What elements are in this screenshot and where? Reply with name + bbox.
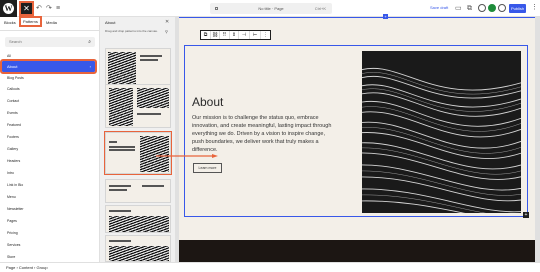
editor-top-bar: W ✕ ↶ ↷ ≡ No title · Page Ctrl+K Save dr…	[0, 0, 540, 17]
pattern-text-line	[142, 185, 164, 187]
save-draft-button[interactable]: Save draft	[430, 5, 448, 10]
patterns-panel: About ✕ Drag and drop patterns into the …	[100, 17, 176, 262]
category-about-label: About	[7, 64, 18, 69]
category-newsletter[interactable]: Newsletter	[7, 207, 24, 212]
command-shortcut: Ctrl+K	[314, 6, 326, 11]
tab-blocks[interactable]: Blocks	[4, 20, 16, 25]
justify-center-icon[interactable]: ⊢	[250, 31, 261, 39]
pattern-text-line	[109, 141, 117, 143]
category-pricing[interactable]: Pricing	[7, 231, 18, 236]
move-icon[interactable]: ⇕	[230, 31, 239, 39]
pattern-thumbnail[interactable]	[105, 205, 171, 233]
document-title: No title · Page	[258, 6, 284, 11]
category-blog-posts[interactable]: Blog Posts	[7, 76, 24, 81]
add-block-icon[interactable]: +	[383, 14, 388, 19]
category-gallery[interactable]: Gallery	[7, 147, 18, 152]
more-options-icon[interactable]: ⋮	[261, 31, 270, 39]
pattern-thumbnail[interactable]	[105, 48, 171, 88]
undo-icon[interactable]: ↶	[36, 4, 42, 13]
chevron-right-icon: ›	[89, 64, 91, 69]
pattern-image	[137, 88, 169, 108]
pattern-text-line	[109, 149, 135, 151]
block-breadcrumb[interactable]: Page › Content › Group	[0, 262, 540, 272]
close-inserter-button[interactable]: ✕	[19, 1, 34, 16]
search-placeholder: Search	[9, 39, 22, 44]
category-all[interactable]: All	[7, 54, 11, 59]
pattern-thumbnail-about[interactable]	[104, 131, 172, 175]
drag-handle-icon[interactable]: ⠿	[220, 31, 230, 39]
about-description[interactable]: Our mission is to challenge the status q…	[192, 114, 332, 154]
jetpack-icon[interactable]	[478, 4, 486, 12]
add-block-icon[interactable]: +	[523, 212, 529, 218]
pattern-text-line	[109, 146, 135, 148]
pattern-text-line	[137, 113, 161, 115]
pattern-text-line	[109, 189, 127, 191]
category-about[interactable]: About ›	[0, 59, 97, 74]
patterns-panel-title: About	[105, 20, 116, 25]
pattern-text-line	[140, 55, 162, 57]
category-footers[interactable]: Footers	[7, 135, 19, 140]
preview-icon[interactable]: ⧉	[467, 4, 472, 13]
category-menu[interactable]: Menu	[7, 195, 16, 200]
abstract-wave-image	[362, 51, 521, 213]
insertion-indicator	[179, 17, 535, 18]
dark-section-block[interactable]	[179, 240, 535, 262]
close-icon[interactable]: ✕	[165, 19, 169, 25]
block-inserter-panel: Blocks Patterns Media Search ⌕ All About…	[0, 16, 100, 271]
settings-icon[interactable]	[498, 4, 506, 12]
block-toolbar: ⧉ ⛓ ⠿ ⇕ ⊣ ⊢ ⋮	[200, 30, 271, 40]
wordpress-logo-icon[interactable]: W	[0, 0, 17, 17]
patterns-panel-description: Drag and drop patterns into the canvas.	[105, 29, 158, 33]
editor-canvas: + ⧉ ⛓ ⠿ ⇕ ⊣ ⊢ ⋮ About Our mission is to …	[176, 14, 540, 262]
about-heading[interactable]: About	[192, 95, 223, 109]
document-overview-icon[interactable]: ≡	[56, 4, 60, 13]
category-contact[interactable]: Contact	[7, 99, 19, 104]
pattern-thumbnail[interactable]	[105, 84, 171, 128]
pattern-image	[109, 216, 169, 232]
learn-more-button[interactable]: Learn more	[193, 163, 222, 173]
category-store[interactable]: Store	[7, 255, 15, 260]
pattern-search-input[interactable]: Search ⌕	[5, 37, 95, 47]
category-intro[interactable]: Intro	[7, 171, 14, 176]
pattern-text-line	[109, 240, 131, 242]
redo-icon[interactable]: ↷	[46, 4, 52, 13]
tab-media[interactable]: Media	[46, 20, 57, 25]
publish-button[interactable]: Publish	[509, 4, 526, 13]
view-icon[interactable]: ▭	[455, 4, 462, 13]
about-featured-image[interactable]	[362, 51, 521, 213]
pattern-text-line	[109, 185, 131, 187]
filter-icon[interactable]: ⚲	[165, 29, 168, 34]
link-icon[interactable]: ⛓	[211, 31, 220, 39]
plugin-icon[interactable]	[488, 4, 496, 12]
pattern-thumbnail[interactable]	[105, 179, 171, 203]
page-icon	[215, 7, 218, 10]
pattern-image	[109, 88, 133, 126]
search-icon: ⌕	[88, 39, 91, 45]
group-block-icon[interactable]: ⧉	[201, 31, 211, 39]
document-title-bar[interactable]: No title · Page Ctrl+K	[210, 3, 332, 14]
options-menu-icon[interactable]: ⋮	[531, 3, 538, 11]
pattern-text-line	[140, 59, 158, 61]
inserter-tabs: Blocks Patterns Media	[0, 16, 100, 31]
category-services[interactable]: Services	[7, 243, 20, 248]
pattern-thumbnail[interactable]	[105, 235, 171, 262]
pattern-image	[108, 52, 136, 86]
tab-patterns[interactable]: Patterns	[19, 16, 42, 27]
category-featured[interactable]: Featured	[7, 123, 21, 128]
pattern-image	[109, 246, 169, 261]
justify-left-icon[interactable]: ⊣	[239, 31, 250, 39]
category-events[interactable]: Events	[7, 111, 18, 116]
category-link-in-bio[interactable]: Link in Bio	[7, 183, 23, 188]
category-pages[interactable]: Pages	[7, 219, 17, 224]
pattern-text-line	[109, 210, 131, 212]
category-callouts[interactable]: Callouts	[7, 87, 20, 92]
drag-arrow-annotation	[156, 154, 218, 158]
category-headers[interactable]: Headers	[7, 159, 20, 164]
